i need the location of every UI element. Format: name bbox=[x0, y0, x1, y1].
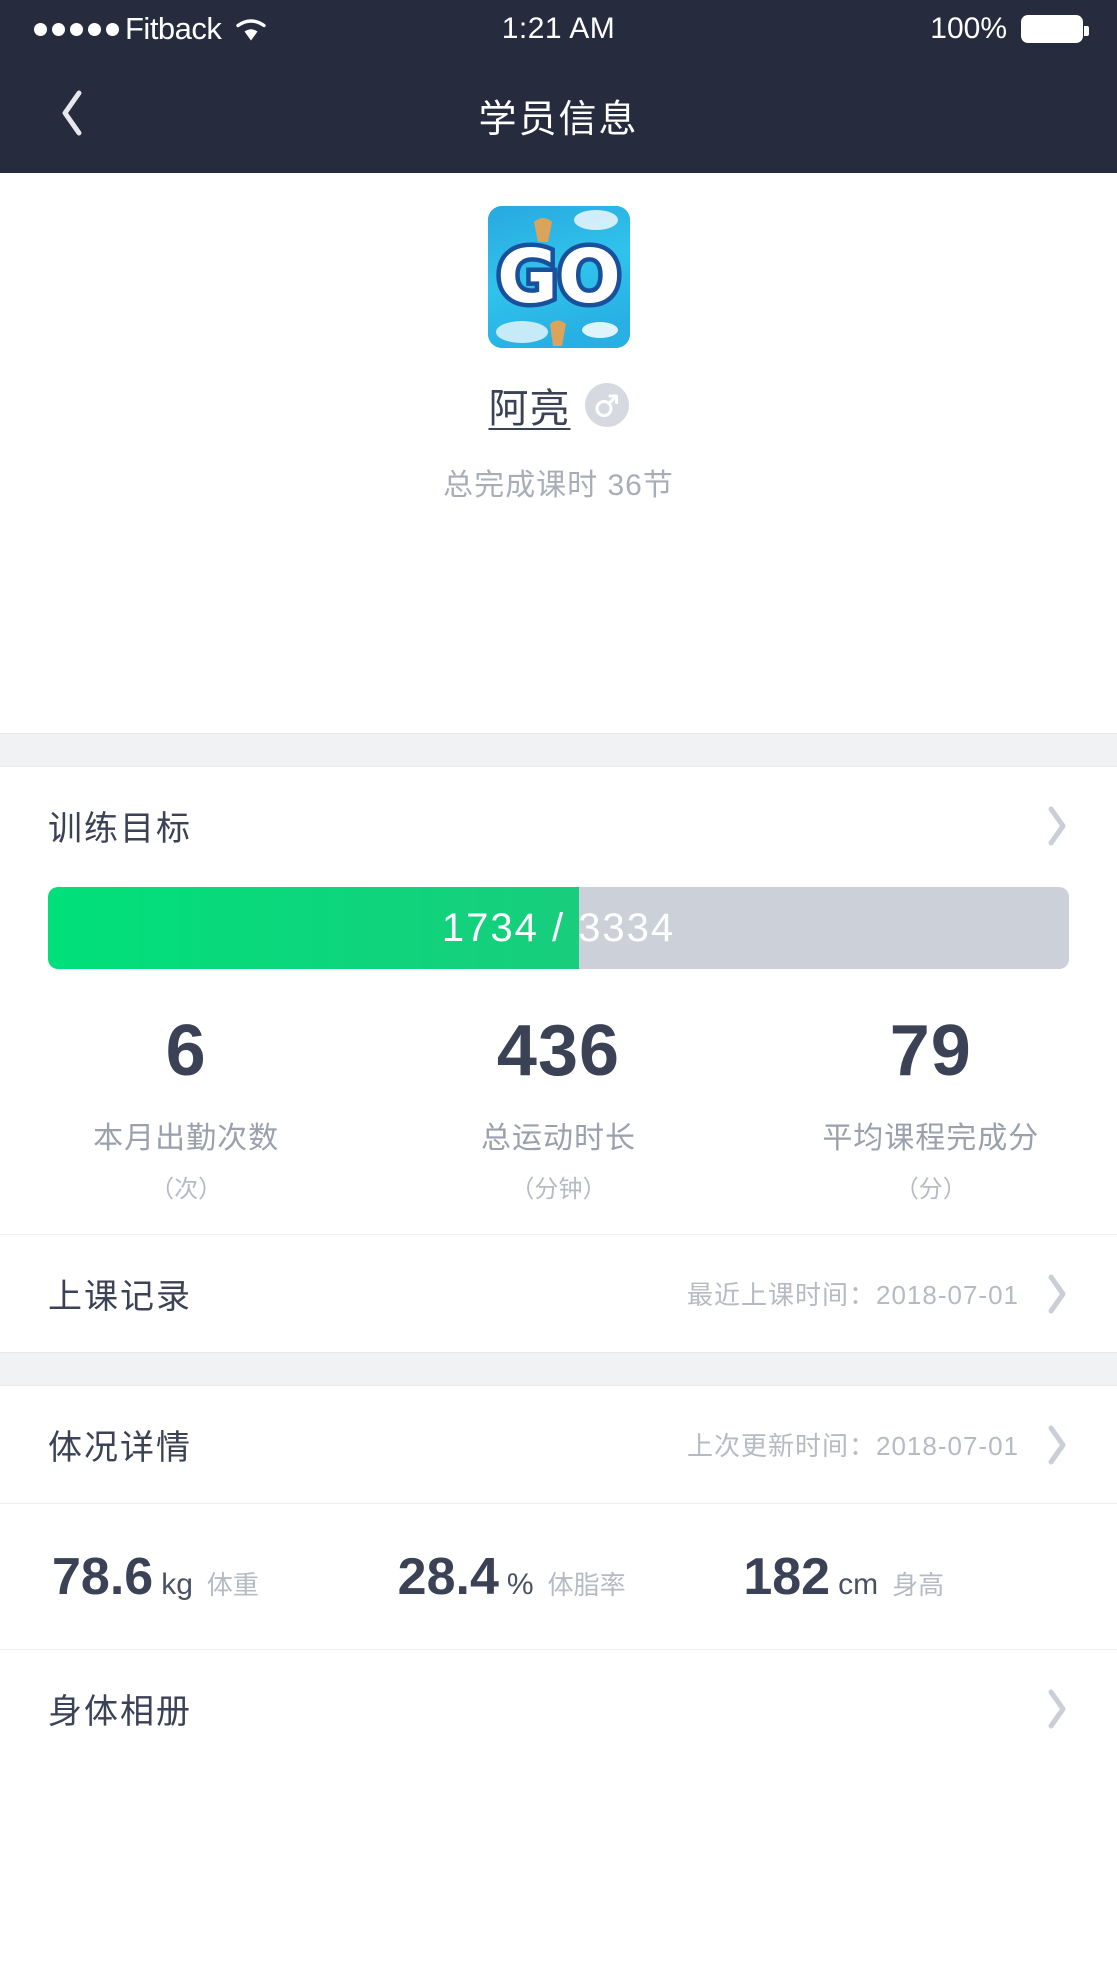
avatar[interactable]: GO bbox=[487, 206, 630, 348]
male-gender-icon bbox=[584, 383, 629, 427]
metric-name: 体重 bbox=[206, 1569, 259, 1600]
stat-label: 总运动时长 bbox=[480, 1122, 636, 1155]
training-goal-row[interactable]: 训练目标 bbox=[0, 767, 1117, 884]
nav-bar: 学员信息 bbox=[0, 58, 1117, 173]
stat-attendance: 6 本月出勤次数 （次） bbox=[0, 1015, 372, 1204]
metric-name: 身高 bbox=[892, 1569, 945, 1600]
metric-value: 28.4 bbox=[397, 1547, 499, 1606]
training-progress-bar: 1734 / 3334 bbox=[48, 887, 1069, 969]
battery-percent-label: 100% bbox=[930, 12, 1008, 45]
training-progress-label: 1734 / 3334 bbox=[441, 905, 676, 950]
stat-total-duration: 436 总运动时长 （分钟） bbox=[372, 1015, 744, 1204]
metric-unit: cm bbox=[838, 1567, 879, 1601]
metric-unit: % bbox=[506, 1567, 534, 1601]
metric-body-fat: 28.4 % 体脂率 bbox=[386, 1547, 732, 1607]
total-lessons-label: 总完成课时 36节 bbox=[443, 469, 674, 502]
metric-height: 182 cm 身高 bbox=[731, 1547, 1077, 1607]
profile-section: GO 阿亮 总完成课时 36节 bbox=[0, 173, 1117, 733]
training-goal-section: 训练目标 1734 / 3334 6 本月出勤次数 （次） 436 总运动时长 … bbox=[0, 767, 1117, 1352]
clock-label: 1:21 AM bbox=[501, 12, 616, 45]
stat-value: 79 bbox=[889, 1011, 972, 1091]
chevron-right-icon bbox=[1045, 1273, 1069, 1315]
section-separator-1 bbox=[0, 733, 1117, 767]
metric-unit: kg bbox=[161, 1567, 193, 1601]
class-record-meta: 最近上课时间：2018-07-01 bbox=[687, 1280, 1019, 1310]
page-title: 学员信息 bbox=[478, 99, 639, 141]
chevron-right-icon bbox=[1045, 805, 1069, 847]
battery-full-icon bbox=[1021, 15, 1090, 43]
body-detail-title: 体况详情 bbox=[48, 1429, 192, 1467]
stat-label: 本月出勤次数 bbox=[93, 1122, 280, 1155]
class-record-row[interactable]: 上课记录 最近上课时间：2018-07-01 bbox=[0, 1235, 1117, 1352]
back-button[interactable] bbox=[32, 58, 112, 173]
chevron-right-icon bbox=[1045, 1688, 1069, 1730]
stat-unit: （分钟） bbox=[510, 1176, 607, 1203]
training-stats: 6 本月出勤次数 （次） 436 总运动时长 （分钟） 79 平均课程完成分 （… bbox=[0, 969, 1117, 1234]
stat-unit: （分） bbox=[894, 1176, 967, 1203]
stat-unit: （次） bbox=[150, 1176, 223, 1203]
profile-name-row: 阿亮 bbox=[0, 376, 1117, 434]
section-separator-2 bbox=[0, 1352, 1117, 1386]
training-goal-title: 训练目标 bbox=[48, 810, 192, 848]
carrier-label: Fitback bbox=[125, 11, 222, 46]
body-album-title: 身体相册 bbox=[48, 1693, 192, 1731]
body-detail-section: 体况详情 上次更新时间：2018-07-01 78.6 kg 体重 28.4 %… bbox=[0, 1386, 1117, 1767]
stat-value: 6 bbox=[165, 1011, 207, 1091]
body-detail-meta: 上次更新时间：2018-07-01 bbox=[687, 1431, 1019, 1461]
body-album-row[interactable]: 身体相册 bbox=[0, 1650, 1117, 1767]
stat-value: 436 bbox=[496, 1011, 621, 1091]
wifi-icon bbox=[234, 16, 268, 42]
stat-average-score: 79 平均课程完成分 （分） bbox=[745, 1015, 1117, 1204]
chevron-left-icon bbox=[58, 88, 86, 143]
metric-name: 体脂率 bbox=[547, 1569, 626, 1600]
status-bar: Fitback 1:21 AM 100% bbox=[0, 0, 1117, 58]
stat-label: 平均课程完成分 bbox=[822, 1122, 1040, 1155]
student-name: 阿亮 bbox=[488, 387, 571, 431]
chevron-right-icon bbox=[1045, 1424, 1069, 1466]
metric-weight: 78.6 kg 体重 bbox=[40, 1547, 386, 1607]
metric-value: 78.6 bbox=[52, 1547, 154, 1606]
signal-strength-dots bbox=[34, 22, 119, 36]
avatar-go-text: GO bbox=[497, 234, 621, 320]
body-detail-row[interactable]: 体况详情 上次更新时间：2018-07-01 bbox=[0, 1386, 1117, 1503]
status-bar-left: Fitback bbox=[34, 11, 502, 47]
class-record-title: 上课记录 bbox=[48, 1278, 192, 1316]
metric-value: 182 bbox=[743, 1547, 831, 1606]
body-metrics: 78.6 kg 体重 28.4 % 体脂率 182 cm 身高 bbox=[0, 1504, 1117, 1649]
status-bar-right: 100% bbox=[615, 12, 1090, 46]
training-progress-wrap: 1734 / 3334 bbox=[0, 887, 1117, 969]
